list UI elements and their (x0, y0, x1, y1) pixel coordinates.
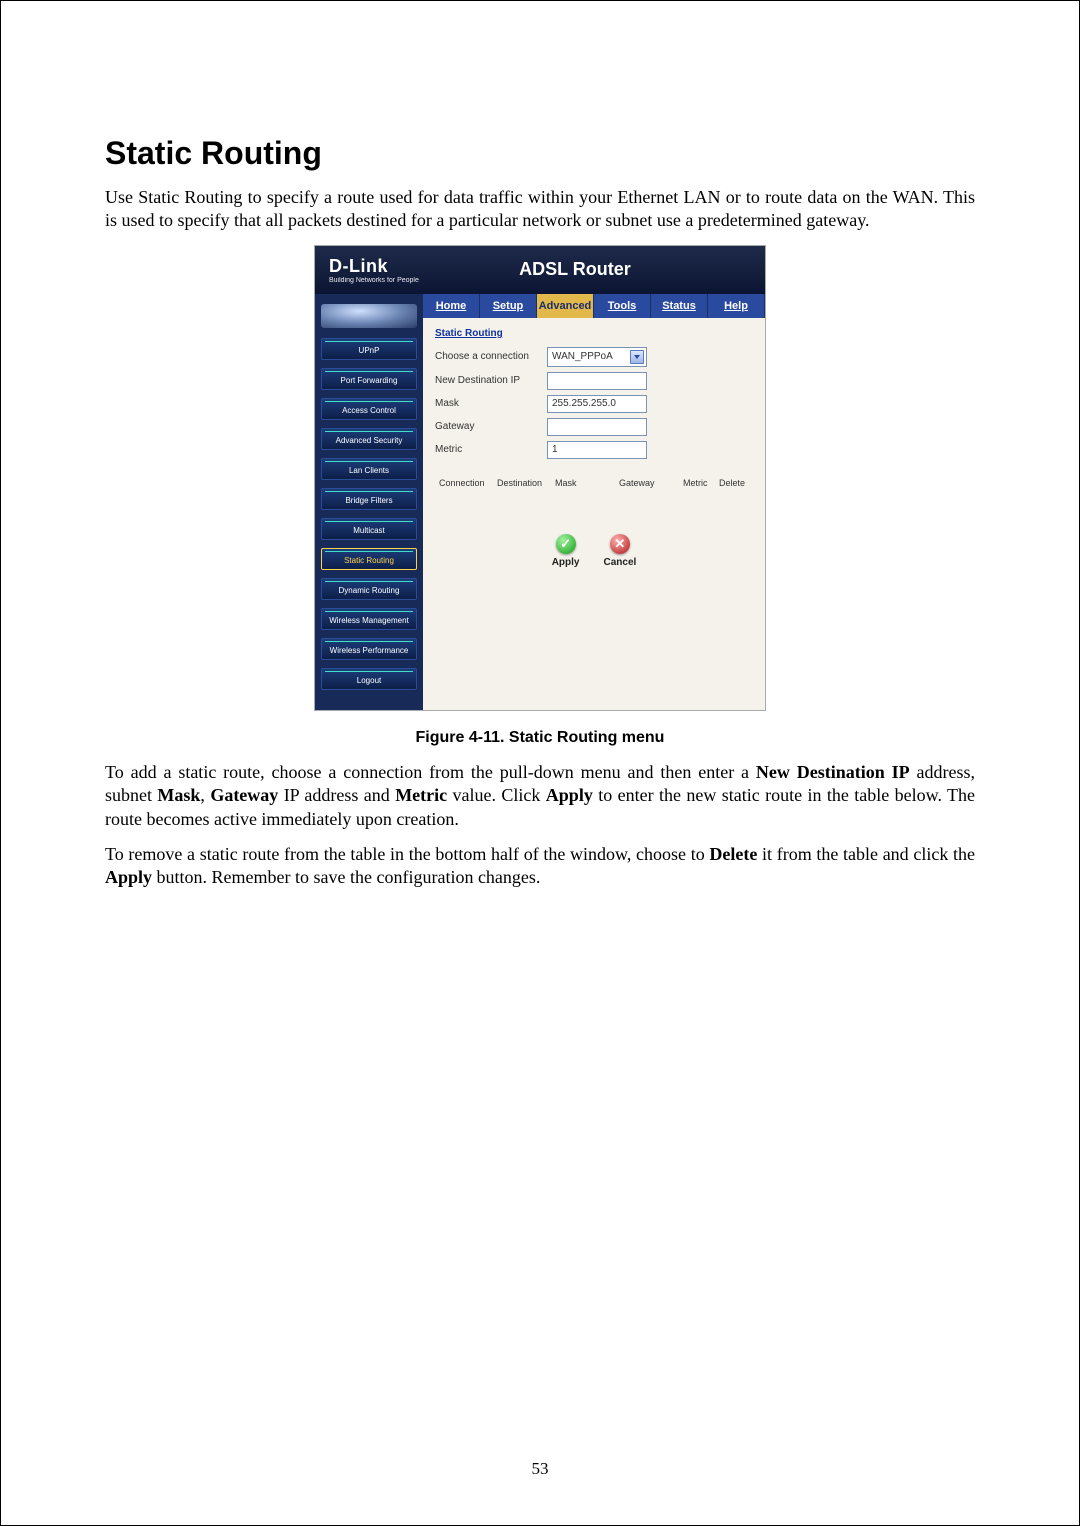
close-icon: ✕ (610, 534, 630, 554)
sidebar-item-port-forwarding[interactable]: Port Forwarding (321, 368, 417, 390)
router-header: D-Link Building Networks for People ADSL… (315, 246, 765, 294)
tab-home[interactable]: Home (423, 294, 480, 318)
gateway-input[interactable] (547, 418, 647, 436)
destination-ip-label: New Destination IP (435, 375, 547, 386)
tab-setup[interactable]: Setup (480, 294, 537, 318)
destination-ip-input[interactable] (547, 372, 647, 390)
paragraph-add-route: To add a static route, choose a connecti… (105, 761, 975, 831)
sidebar-item-dynamic-routing[interactable]: Dynamic Routing (321, 578, 417, 600)
sidebar-item-wireless-performance[interactable]: Wireless Performance (321, 638, 417, 660)
device-image (321, 304, 417, 328)
gateway-label: Gateway (435, 421, 547, 432)
tab-advanced[interactable]: Advanced (537, 294, 594, 318)
section-title: Static Routing (435, 328, 753, 339)
router-screenshot: D-Link Building Networks for People ADSL… (314, 245, 766, 711)
tab-tools[interactable]: Tools (594, 294, 651, 318)
choose-connection-select[interactable]: WAN_PPPoA (547, 347, 647, 367)
page-heading: Static Routing (105, 135, 975, 172)
metric-input[interactable]: 1 (547, 441, 647, 459)
dlink-logo: D-Link Building Networks for People (329, 256, 419, 284)
sidebar-item-upnp[interactable]: UPnP (321, 338, 417, 360)
cancel-button[interactable]: ✕ Cancel (603, 534, 636, 568)
mask-label: Mask (435, 398, 547, 409)
router-main: Home Setup Advanced Tools Status Help St… (423, 294, 765, 710)
tab-help[interactable]: Help (708, 294, 765, 318)
figure-caption: Figure 4-11. Static Routing menu (105, 729, 975, 747)
sidebar-item-bridge-filters[interactable]: Bridge Filters (321, 488, 417, 510)
mask-input[interactable]: 255.255.255.0 (547, 395, 647, 413)
sidebar-item-lan-clients[interactable]: Lan Clients (321, 458, 417, 480)
intro-paragraph: Use Static Routing to specify a route us… (105, 186, 975, 233)
sidebar-item-access-control[interactable]: Access Control (321, 398, 417, 420)
metric-label: Metric (435, 444, 547, 455)
sidebar-item-advanced-security[interactable]: Advanced Security (321, 428, 417, 450)
router-title: ADSL Router (419, 259, 751, 280)
sidebar-item-logout[interactable]: Logout (321, 668, 417, 690)
sidebar-item-multicast[interactable]: Multicast (321, 518, 417, 540)
apply-button[interactable]: ✓ Apply (552, 534, 580, 568)
sidebar-item-wireless-management[interactable]: Wireless Management (321, 608, 417, 630)
router-tabs: Home Setup Advanced Tools Status Help (423, 294, 765, 318)
tab-status[interactable]: Status (651, 294, 708, 318)
page-number: 53 (1, 1459, 1079, 1479)
choose-connection-label: Choose a connection (435, 351, 547, 362)
check-icon: ✓ (556, 534, 576, 554)
sidebar-item-static-routing[interactable]: Static Routing (321, 548, 417, 570)
paragraph-remove-route: To remove a static route from the table … (105, 843, 975, 890)
router-sidebar: UPnP Port Forwarding Access Control Adva… (315, 294, 423, 710)
route-table-header: Connection Destination Mask Gateway Metr… (435, 464, 753, 494)
